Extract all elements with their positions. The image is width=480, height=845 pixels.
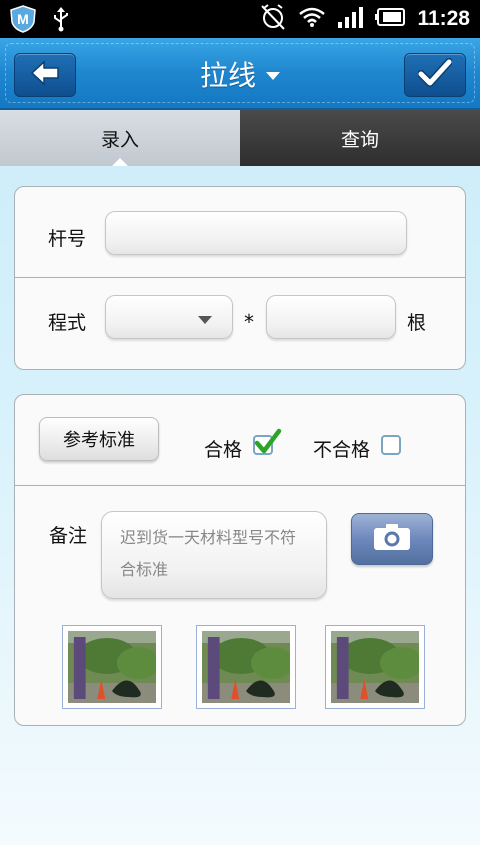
battery-icon bbox=[375, 8, 406, 30]
reference-standard-label: 参考标准 bbox=[63, 430, 135, 451]
multiply-symbol: * bbox=[244, 310, 254, 334]
site-photo-image bbox=[68, 631, 160, 703]
signal-icon bbox=[337, 6, 364, 32]
back-arrow-icon bbox=[30, 60, 60, 90]
formula-select[interactable] bbox=[105, 295, 233, 339]
title-bar: 拉线 bbox=[0, 38, 480, 110]
clock-time: 11:28 bbox=[417, 7, 470, 30]
checkmark-icon bbox=[417, 58, 453, 92]
check-icon bbox=[253, 427, 283, 461]
remark-textarea[interactable]: 迟到货一天材料型号不符合标准 bbox=[101, 511, 327, 599]
tab-label: 录入 bbox=[100, 128, 139, 151]
svg-text:M: M bbox=[17, 11, 29, 27]
back-button[interactable] bbox=[14, 53, 76, 97]
status-bar: M 11:28 bbox=[0, 0, 480, 38]
camera-icon bbox=[373, 523, 411, 555]
chevron-down-icon bbox=[266, 72, 280, 80]
confirm-button[interactable] bbox=[404, 53, 466, 97]
page-title: 拉线 bbox=[199, 59, 256, 92]
photo-thumbnail[interactable] bbox=[62, 625, 162, 709]
qualified-label: 合格 bbox=[204, 439, 243, 461]
active-tab-pointer bbox=[112, 158, 128, 166]
inspection-card: 参考标准 合格 不合格 备注 迟到货一天材料型号不符合标准 bbox=[14, 394, 466, 726]
tab-label: 查询 bbox=[340, 128, 379, 151]
remark-label: 备注 bbox=[49, 525, 88, 547]
photo-thumbnail[interactable] bbox=[325, 625, 425, 709]
tab-bar: 录入 查询 bbox=[0, 110, 480, 166]
app-shield-icon: M bbox=[8, 4, 38, 38]
site-photo-image bbox=[202, 631, 294, 703]
alarm-off-icon bbox=[259, 4, 287, 34]
unqualified-checkbox[interactable] bbox=[381, 435, 401, 455]
formula-label: 程式 bbox=[48, 312, 87, 334]
site-photo-image bbox=[331, 631, 423, 703]
pole-label: 杆号 bbox=[48, 228, 87, 250]
camera-button[interactable] bbox=[351, 513, 433, 565]
tab-query[interactable]: 查询 bbox=[240, 110, 480, 166]
basic-info-card: 杆号 程式 * 根 bbox=[14, 186, 466, 370]
usb-icon bbox=[52, 6, 70, 36]
wifi-icon bbox=[299, 6, 326, 32]
photo-thumbnail[interactable] bbox=[196, 625, 296, 709]
unit-label: 根 bbox=[407, 312, 427, 334]
pole-number-input[interactable] bbox=[105, 211, 407, 255]
reference-standard-button[interactable]: 参考标准 bbox=[39, 417, 159, 461]
qualified-checkbox[interactable] bbox=[253, 428, 282, 455]
divider bbox=[15, 277, 465, 278]
unqualified-label: 不合格 bbox=[313, 439, 371, 461]
count-input[interactable] bbox=[266, 295, 396, 339]
tab-entry[interactable]: 录入 bbox=[0, 110, 240, 166]
dropdown-arrow-icon bbox=[198, 316, 212, 324]
remark-text: 迟到货一天材料型号不符合标准 bbox=[120, 528, 297, 579]
divider bbox=[15, 485, 465, 486]
